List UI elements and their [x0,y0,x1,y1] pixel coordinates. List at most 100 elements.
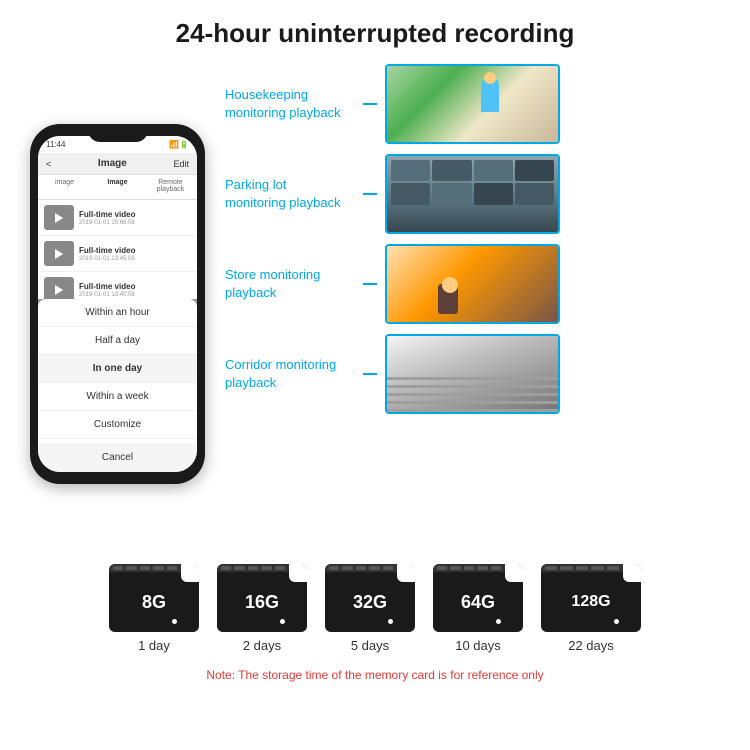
main-content: 11:44 📶🔋 < Image Edit image Image Remote… [0,59,750,549]
sdcard-visual-16g: 16G [217,564,307,632]
play-icon-1 [55,213,63,223]
sdcard-label-64g: 64G [461,592,495,613]
video-date-2: 2019-01-01 13:45:08 [79,256,191,262]
sdcard-days-32g: 5 days [351,638,389,653]
sdcard-label-16g: 16G [245,592,279,613]
video-date-3: 2019-01-01 13:40:08 [79,292,191,298]
dropdown-item-5[interactable]: Customize [38,411,197,439]
sdcard-days-128g: 22 days [568,638,614,653]
monitoring-label-housekeeping: Housekeepingmonitoring playback [225,86,355,122]
parking-photo [387,156,558,232]
sdcard-item-8g: 8G 1 day [109,564,199,653]
video-info-1: Full-time video 2019-01-01 15:68:08 [79,210,191,226]
sdcard-visual-32g: 32G [325,564,415,632]
dropdown-item-4[interactable]: Within a week [38,383,197,411]
sdcard-dot-32g [388,619,393,624]
monitoring-label-corridor: Corridor monitoringplayback [225,356,355,392]
sdcard-label-128g: 128G [571,593,610,611]
monitoring-image-parking [385,154,560,234]
dropdown-menu: Within an hour Half a day In one day Wit… [38,299,197,472]
dropdown-overlay: Within an hour Half a day In one day Wit… [38,299,197,472]
video-info-3: Full-time video 2019-01-01 13:40:08 [79,282,191,298]
connector-line-1 [363,103,377,105]
sdcard-visual-128g: 128G [541,564,641,632]
sdcard-dot-16g [280,619,285,624]
phone-time: 11:44 [46,140,65,149]
car-8 [515,183,554,204]
monitoring-item-housekeeping: Housekeepingmonitoring playback [225,64,730,144]
sdcard-item-128g: 128G 22 days [541,564,641,653]
monitoring-label-store: Store monitoringplayback [225,266,355,302]
monitoring-image-corridor [385,334,560,414]
connector-line-4 [363,373,377,375]
person-head [442,277,458,293]
sdcard-days-16g: 2 days [243,638,281,653]
tab-image-2[interactable]: Image [91,175,144,199]
video-item-2: Full-time video 2019-01-01 13:45:08 [38,236,197,272]
car-1 [391,160,430,181]
sdcard-days-64g: 10 days [455,638,501,653]
header-section: 24-hour uninterrupted recording [0,0,750,59]
video-thumb-1 [44,205,74,230]
monitoring-section: Housekeepingmonitoring playback Parking … [225,59,730,549]
phone-nav-title: Image [98,158,127,169]
store-photo [387,246,558,322]
sdcard-row: 8G 1 day 16G 2 days [20,564,730,653]
monitoring-label-parking: Parking lotmonitoring playback [225,176,355,212]
sdcard-label-32g: 32G [353,592,387,613]
sdcard-notch-8g [109,564,181,572]
phone-tabs: image Image Remote playback [38,175,197,200]
video-title-2: Full-time video [79,246,191,255]
dropdown-item-3[interactable]: In one day [38,355,197,383]
corridor-photo [387,336,558,412]
page-title: 24-hour uninterrupted recording [20,18,730,49]
video-thumb-2 [44,241,74,266]
play-icon-3 [55,285,63,295]
sdcard-notch-128g [541,564,623,572]
video-date-1: 2019-01-01 15:68:08 [79,220,191,226]
car-5 [391,183,430,204]
video-info-2: Full-time video 2019-01-01 13:45:08 [79,246,191,262]
phone-notch [88,124,148,142]
sdcard-notch-64g [433,564,505,572]
car-6 [432,183,471,204]
stairs [387,372,558,412]
sdcard-days-8g: 1 day [138,638,170,653]
sdcard-dot-64g [496,619,501,624]
dropdown-cancel-button[interactable]: Cancel [38,443,197,472]
sdcard-visual-64g: 64G [433,564,523,632]
phone-back-button[interactable]: < [46,159,51,169]
car-7 [474,183,513,204]
phone-section: 11:44 📶🔋 < Image Edit image Image Remote… [20,59,215,549]
tab-image-1[interactable]: image [38,175,91,199]
video-title-1: Full-time video [79,210,191,219]
dropdown-item-2[interactable]: Half a day [38,327,197,355]
sdcard-notch-32g [325,564,397,572]
video-title-3: Full-time video [79,282,191,291]
connector-line-2 [363,193,377,195]
monitoring-item-parking: Parking lotmonitoring playback [225,154,730,234]
dropdown-item-1[interactable]: Within an hour [38,299,197,327]
connector-line-3 [363,283,377,285]
sdcard-notch-16g [217,564,289,572]
sdcard-dot-8g [172,619,177,624]
sdcard-label-8g: 8G [142,592,166,613]
play-icon-2 [55,249,63,259]
sdcard-dot-128g [614,619,619,624]
phone-edit-button[interactable]: Edit [173,159,189,169]
sdcard-visual-8g: 8G [109,564,199,632]
note-text: Note: The storage time of the memory car… [206,668,543,682]
monitoring-image-housekeeping [385,64,560,144]
sdcard-item-32g: 32G 5 days [325,564,415,653]
note-section: Note: The storage time of the memory car… [0,658,750,692]
housekeeping-photo [387,66,558,142]
monitoring-item-corridor: Corridor monitoringplayback [225,334,730,414]
tab-remote-playback[interactable]: Remote playback [144,175,197,199]
phone-screen: 11:44 📶🔋 < Image Edit image Image Remote… [38,136,197,472]
phone-nav-bar: < Image Edit [38,153,197,175]
car-4 [515,160,554,181]
phone-mockup: 11:44 📶🔋 < Image Edit image Image Remote… [30,124,205,484]
sdcard-item-64g: 64G 10 days [433,564,523,653]
monitoring-image-store [385,244,560,324]
monitoring-item-store: Store monitoringplayback [225,244,730,324]
